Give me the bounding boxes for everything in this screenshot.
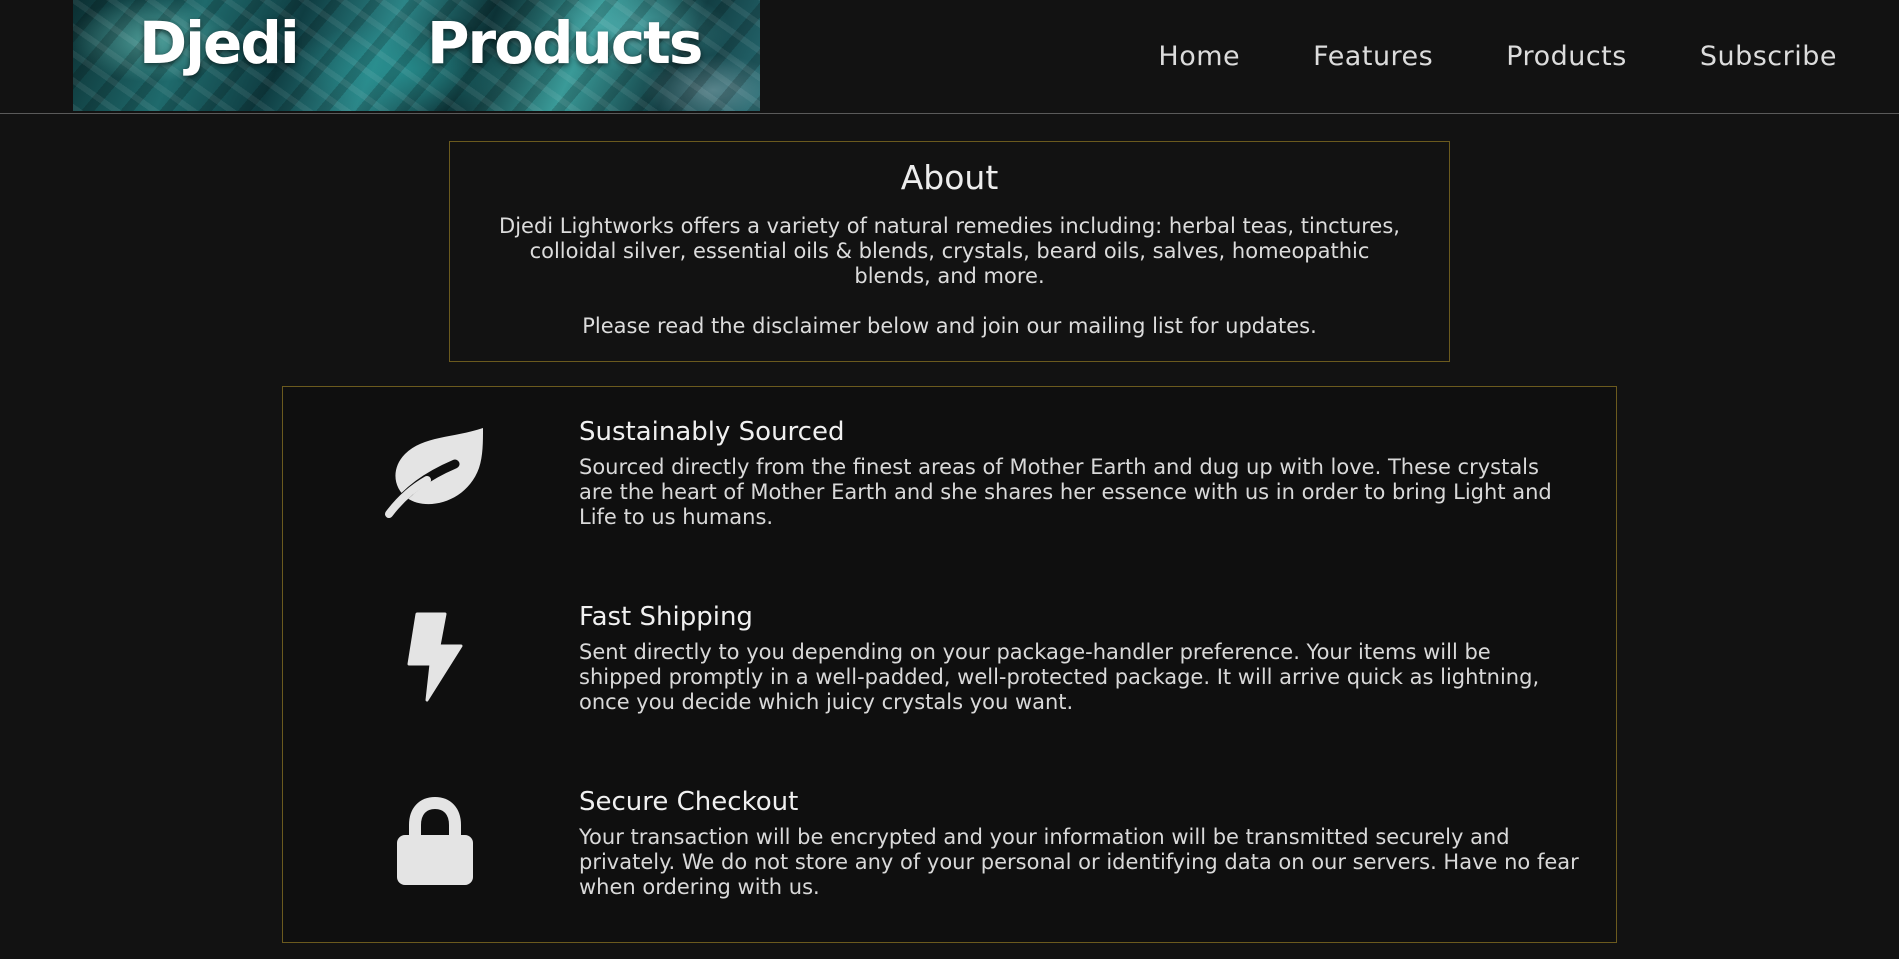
site-logo[interactable]: Djedi Products	[73, 0, 760, 111]
leaf-icon	[375, 427, 495, 518]
about-section: About Djedi Lightworks offers a variety …	[449, 141, 1450, 362]
feature-description: Sourced directly from the finest areas o…	[579, 455, 1552, 529]
lock-icon	[375, 797, 495, 887]
feature-secure-checkout: Secure Checkout Your transaction will be…	[283, 757, 1616, 907]
feature-description: Sent directly to you depending on your p…	[579, 640, 1540, 714]
main-nav: Home Features Products Subscribe	[1158, 40, 1837, 74]
logo-word-djedi: Djedi	[139, 9, 300, 77]
nav-link-subscribe[interactable]: Subscribe	[1627, 40, 1837, 74]
feature-title: Fast Shipping	[579, 602, 753, 632]
site-header: Djedi Products Home Features Products Su…	[0, 0, 1899, 114]
nav-link-products[interactable]: Products	[1433, 40, 1627, 74]
nav-link-home[interactable]: Home	[1158, 40, 1240, 74]
about-title: About	[900, 158, 999, 197]
feature-fast-shipping: Fast Shipping Sent directly to you depen…	[283, 572, 1616, 722]
bolt-icon	[375, 612, 495, 702]
feature-description: Your transaction will be encrypted and y…	[579, 825, 1579, 899]
about-description: Djedi Lightworks offers a variety of nat…	[499, 214, 1400, 288]
features-section: Sustainably Sourced Sourced directly fro…	[282, 386, 1617, 943]
nav-link-features[interactable]: Features	[1240, 40, 1433, 74]
feature-sustainably-sourced: Sustainably Sourced Sourced directly fro…	[283, 387, 1616, 537]
feature-title: Sustainably Sourced	[579, 417, 845, 447]
feature-title: Secure Checkout	[579, 787, 799, 817]
about-mailing-note: Please read the disclaimer below and joi…	[582, 314, 1317, 338]
logo-word-products: Products	[427, 9, 703, 77]
